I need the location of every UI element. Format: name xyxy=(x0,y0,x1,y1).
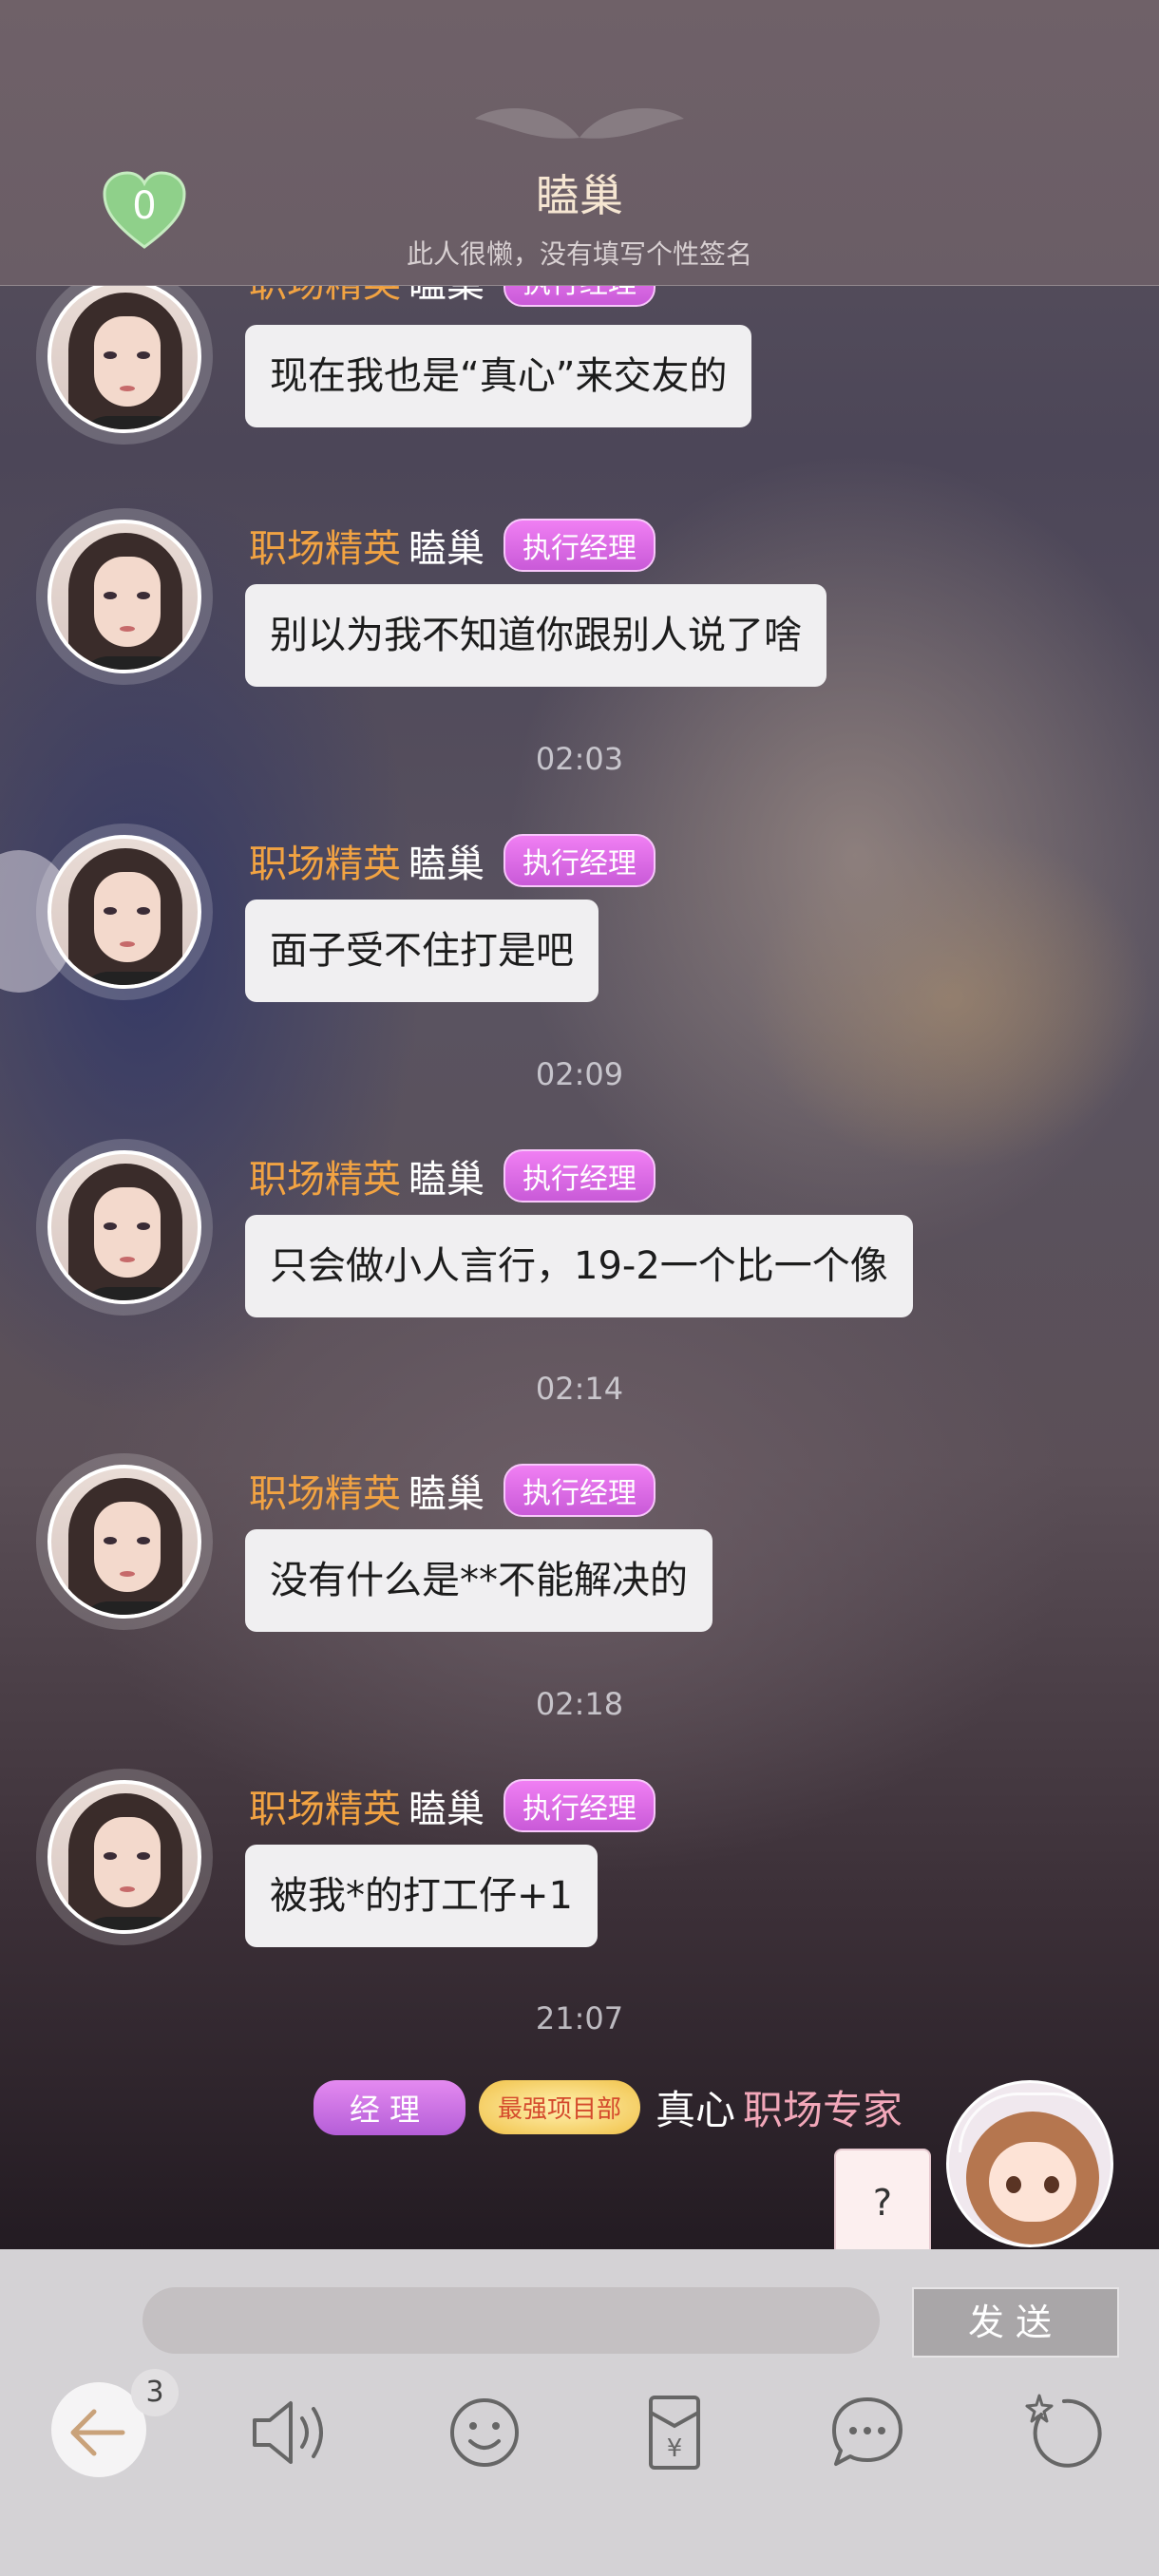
sender-rank-badge: 执行经理 xyxy=(504,834,656,887)
sender-name-row: 职场精英瞌巢执行经理 xyxy=(249,1463,656,1517)
sender-rank-badge: 执行经理 xyxy=(504,519,656,572)
self-message-bubble[interactable]: ? xyxy=(834,2149,931,2257)
emoji-icon[interactable] xyxy=(432,2380,537,2485)
svg-text:¥: ¥ xyxy=(667,2434,683,2463)
avatar[interactable] xyxy=(36,508,213,685)
self-title: 职场专家 xyxy=(742,2087,902,2133)
sender-name-row: 职场精英瞌巢执行经理 xyxy=(249,518,656,572)
sender-nickname: 职场精英 xyxy=(249,843,401,886)
self-name-row: 经理 最强项目部 真心 职场专家 xyxy=(313,2078,902,2145)
sender-username: 瞌巢 xyxy=(408,1472,484,1516)
self-department-badge: 最强项目部 xyxy=(478,2080,640,2134)
sender-nickname: 职场精英 xyxy=(249,1788,401,1831)
chat-header: 0 瞌巢 此人很懒，没有填写个性签名 xyxy=(0,0,1159,286)
avatar[interactable] xyxy=(36,268,213,445)
sender-username: 瞌巢 xyxy=(408,1788,484,1831)
avatar[interactable] xyxy=(36,1139,213,1316)
sender-username: 瞌巢 xyxy=(408,1158,484,1202)
timestamp: 02:09 xyxy=(535,1056,624,1092)
avatar[interactable] xyxy=(36,824,213,1000)
message-input[interactable] xyxy=(142,2287,880,2354)
self-username: 真心 xyxy=(655,2087,735,2133)
message-bubble[interactable]: 现在我也是“真心”来交友的 xyxy=(245,325,752,427)
message-bubble[interactable]: 被我*的打工仔+1 xyxy=(245,1845,598,1947)
timestamp: 02:03 xyxy=(535,741,624,777)
sender-name-row: 职场精英瞌巢执行经理 xyxy=(249,1778,656,1832)
notification-badge: 3 xyxy=(131,2369,179,2416)
voice-icon[interactable] xyxy=(238,2380,342,2485)
timestamp: 21:07 xyxy=(535,2000,624,2036)
self-avatar[interactable] xyxy=(946,2080,1113,2247)
self-rank-badge: 经理 xyxy=(313,2079,466,2135)
sender-name-row: 职场精英瞌巢执行经理 xyxy=(249,1148,656,1203)
page-title: 瞌巢 xyxy=(536,170,623,221)
sender-rank-badge: 执行经理 xyxy=(504,1779,656,1832)
avatar[interactable] xyxy=(36,1769,213,1945)
sender-username: 瞌巢 xyxy=(408,527,484,571)
message-bubble[interactable]: 面子受不住打是吧 xyxy=(245,900,598,1002)
bottom-bar: 发送 3 ¥ xyxy=(0,2249,1159,2576)
wings-ornament-icon xyxy=(475,107,684,139)
sender-name-row: 职场精英瞌巢执行经理 xyxy=(249,833,656,887)
sender-rank-badge: 执行经理 xyxy=(504,1464,656,1517)
red-packet-icon[interactable]: ¥ xyxy=(622,2380,727,2485)
sender-nickname: 职场精英 xyxy=(249,1158,401,1202)
message-bubble[interactable]: 没有什么是**不能解决的 xyxy=(245,1529,712,1632)
refresh-icon[interactable] xyxy=(1009,2380,1113,2485)
timestamp: 02:18 xyxy=(535,1686,624,1722)
avatar[interactable] xyxy=(36,1453,213,1630)
page-subtitle: 此人很懒，没有填写个性签名 xyxy=(406,238,752,270)
timestamp: 02:14 xyxy=(535,1371,624,1407)
chat-bubble-icon[interactable] xyxy=(815,2380,920,2485)
sender-username: 瞌巢 xyxy=(408,843,484,886)
sender-rank-badge: 执行经理 xyxy=(504,1149,656,1203)
message-bubble[interactable]: 别以为我不知道你跟别人说了啥 xyxy=(245,584,826,687)
message-bubble[interactable]: 只会做小人言行，19-2一个比一个像 xyxy=(245,1215,913,1317)
send-button[interactable]: 发送 xyxy=(912,2287,1119,2358)
sender-nickname: 职场精英 xyxy=(249,527,401,571)
sender-nickname: 职场精英 xyxy=(249,1472,401,1516)
